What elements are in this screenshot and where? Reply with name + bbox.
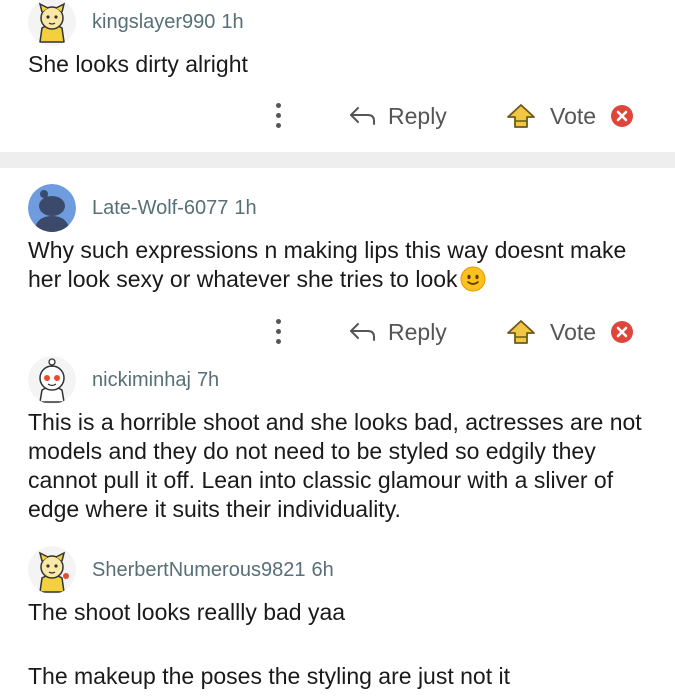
slightly-smiling-face-icon — [460, 266, 486, 292]
thread-divider — [0, 152, 675, 168]
vote-button[interactable]: Vote — [506, 319, 596, 346]
comment-actions: Reply Vote — [0, 312, 675, 352]
comment-body: Why such expressions n making lips this … — [28, 236, 658, 294]
comment-age: 7h — [196, 368, 220, 391]
comment-meta: kingslayer990 1h — [28, 0, 244, 46]
username-text[interactable]: nickiminhaj — [92, 369, 191, 391]
more-options-button[interactable] — [266, 316, 290, 348]
comment-age: 1h — [221, 10, 244, 33]
username-text[interactable]: SherbertNumerous9821 — [92, 559, 305, 581]
comment-actions: Reply Vote — [0, 96, 675, 136]
comment-meta: SherbertNumerous9821 6h — [28, 546, 334, 594]
comment-body-line-2: The makeup the poses the styling are jus… — [28, 663, 510, 689]
avatar[interactable] — [28, 546, 76, 594]
comment-meta: Late-Wolf-6077 1h — [28, 184, 257, 232]
more-options-button[interactable] — [266, 100, 290, 132]
comment-age: 1h — [234, 196, 257, 219]
avatar[interactable] — [28, 356, 76, 404]
comment-meta: nickiminhaj 7h — [28, 356, 219, 404]
vote-label: Vote — [550, 318, 597, 345]
reply-arrow-icon — [350, 323, 375, 341]
close-icon[interactable] — [610, 104, 634, 128]
username[interactable]: Late-Wolf-6077 1h — [92, 197, 257, 220]
username-text[interactable]: kingslayer990 — [92, 11, 215, 33]
reply-arrow-icon — [350, 107, 375, 125]
vote-label: Vote — [550, 102, 597, 129]
dot — [276, 103, 281, 108]
username[interactable]: kingslayer990 1h — [92, 11, 244, 34]
username[interactable]: SherbertNumerous9821 6h — [92, 559, 334, 582]
avatar[interactable] — [28, 0, 76, 46]
comment-body: She looks dirty alright — [28, 51, 248, 77]
username-text[interactable]: Late-Wolf-6077 — [92, 197, 228, 219]
dot — [276, 123, 281, 128]
comment-body: This is a horrible shoot and she looks b… — [28, 409, 642, 522]
reply-button[interactable]: Reply — [348, 96, 447, 136]
dot — [276, 319, 281, 324]
dot — [276, 339, 281, 344]
comment-body-line-1: The shoot looks reallly bad yaa — [28, 599, 346, 625]
close-icon[interactable] — [610, 320, 634, 344]
reply-label: Reply — [388, 318, 447, 345]
upvote-icon — [507, 104, 535, 128]
comment-body-text: Why such expressions n making lips this … — [28, 237, 627, 292]
reply-label: Reply — [388, 102, 447, 129]
vote-button[interactable]: Vote — [506, 103, 596, 130]
dot — [276, 329, 281, 334]
dot — [276, 113, 281, 118]
avatar[interactable] — [28, 184, 76, 232]
username[interactable]: nickiminhaj 7h — [92, 369, 219, 392]
vote-group: Vote — [506, 96, 634, 136]
vote-group: Vote — [506, 312, 634, 352]
comment-age: 6h — [311, 558, 334, 581]
upvote-icon — [507, 320, 535, 344]
reply-button[interactable]: Reply — [348, 312, 447, 352]
